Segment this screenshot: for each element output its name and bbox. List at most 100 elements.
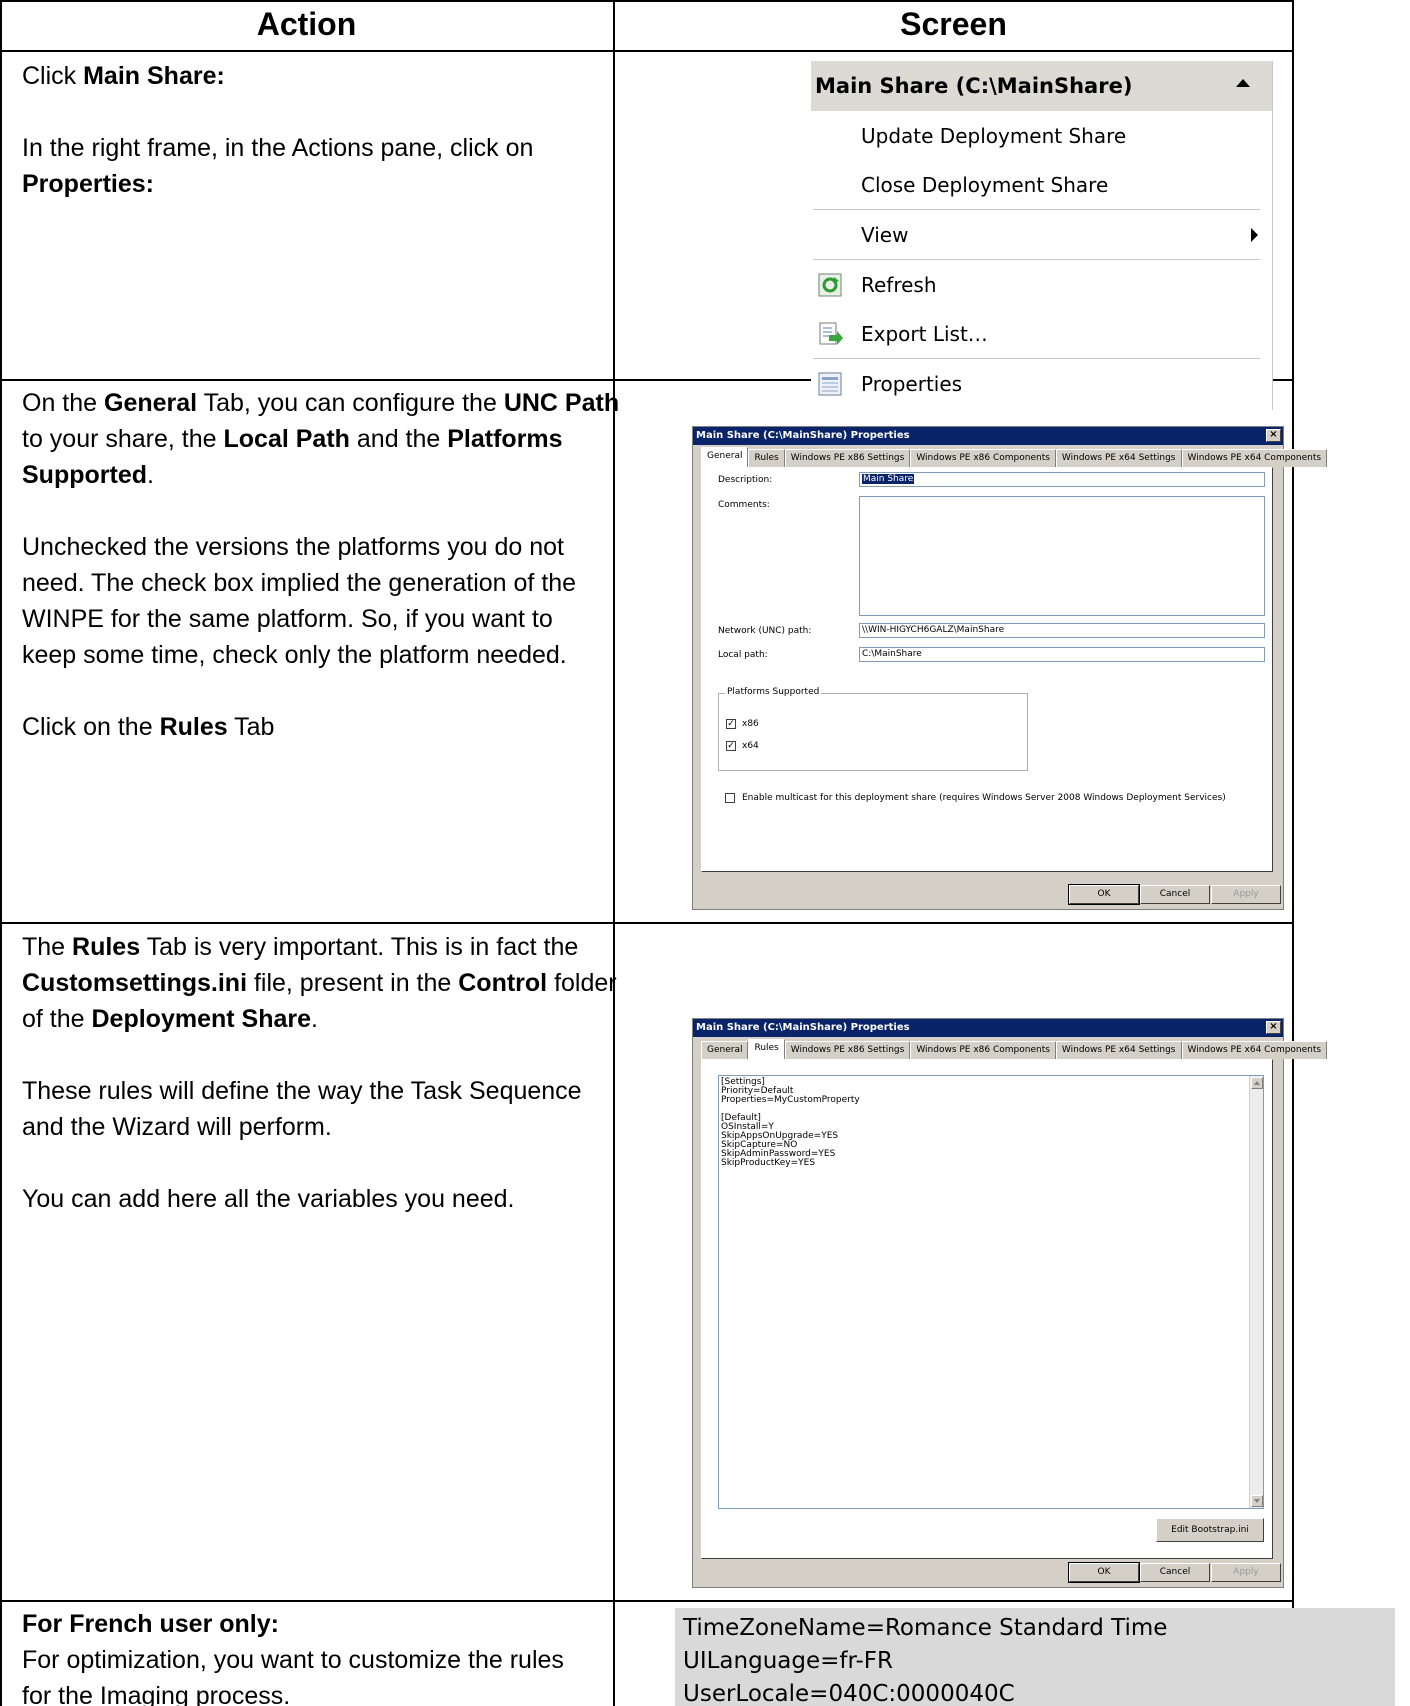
table-row-divider-2: [0, 922, 1294, 924]
description-field[interactable]: Main Share: [859, 472, 1265, 487]
header-action: Action: [256, 6, 357, 42]
tab-pe-x64-settings[interactable]: Windows PE x64 Settings: [1055, 449, 1182, 467]
local-path-bold: Local Path: [223, 425, 350, 453]
tab-pe-x86-settings[interactable]: Windows PE x86 Settings: [784, 1041, 911, 1059]
table-border-right: [1292, 0, 1294, 1706]
properties-dialog-rules: Main Share (C:\MainShare) Properties × G…: [692, 1018, 1328, 1588]
apply-button[interactable]: Apply: [1211, 1563, 1281, 1582]
row4-text: For optimization, you want to customize …: [22, 1646, 564, 1674]
local-path-field[interactable]: C:\MainShare: [859, 647, 1265, 662]
menu-item-export-list[interactable]: Export List…: [811, 309, 1272, 358]
menu-item-label: View: [861, 222, 909, 247]
platforms-supported-label: Platforms Supported: [725, 687, 822, 697]
cancel-button[interactable]: Cancel: [1140, 1563, 1210, 1582]
refresh-icon: [818, 273, 842, 297]
row1-text-2: In the right frame, in the Actions pane,…: [22, 134, 534, 162]
table-border-left: [0, 0, 2, 1706]
table-row-divider-3: [0, 1600, 1294, 1602]
close-icon[interactable]: ×: [1266, 429, 1281, 442]
row2-text: keep some time, check only the platform …: [22, 641, 567, 669]
row3-text: The: [22, 933, 73, 961]
cancel-button[interactable]: Cancel: [1140, 885, 1210, 904]
menu-header-label: Main Share (C:\MainShare): [815, 74, 1133, 98]
code-line: UILanguage=fr-FR: [683, 1648, 893, 1674]
row3-text: These rules will define the way the Task…: [22, 1077, 582, 1105]
supported-bold: Supported: [22, 461, 147, 489]
menu-item-label: Close Deployment Share: [861, 172, 1109, 197]
row3-text: folder: [547, 969, 617, 997]
control-bold: Control: [458, 969, 548, 997]
row2-text: and the: [349, 425, 448, 453]
tab-general[interactable]: General: [701, 1041, 749, 1059]
comments-field[interactable]: [859, 496, 1265, 616]
row2-text: Unchecked the versions the platforms you…: [22, 533, 564, 561]
scroll-up-icon[interactable]: [1251, 1077, 1263, 1089]
tab-pe-x64-components[interactable]: Windows PE x64 Components: [1181, 449, 1328, 467]
tab-pe-x64-settings[interactable]: Windows PE x64 Settings: [1055, 1041, 1182, 1059]
x64-label: x64: [742, 741, 759, 751]
menu-item-refresh[interactable]: Refresh: [811, 260, 1272, 309]
row2-text: Tab, you can configure the: [197, 389, 504, 417]
local-path-label: Local path:: [718, 650, 768, 660]
row2-text: to your share, the: [22, 425, 224, 453]
menu-item-label: Export List…: [861, 321, 988, 346]
menu-item-view[interactable]: View: [811, 210, 1272, 259]
rules-line: SkipAppsOnUpgrade=YES: [721, 1131, 839, 1141]
ok-button[interactable]: OK: [1068, 884, 1140, 905]
x86-label: x86: [742, 719, 759, 729]
general-tab-panel: Description: Main Share Comments: Networ…: [701, 467, 1273, 872]
menu-header[interactable]: Main Share (C:\MainShare): [811, 61, 1272, 111]
dialog-title-bar: Main Share (C:\MainShare) Properties ×: [693, 427, 1283, 445]
rules-line: SkipProductKey=YES: [721, 1158, 816, 1168]
tab-general[interactable]: General: [701, 447, 749, 467]
row2-text: need. The check box implied the generati…: [22, 569, 577, 597]
apply-button[interactable]: Apply: [1211, 885, 1281, 904]
platforms-bold: Platforms: [447, 425, 563, 453]
rules-text-area[interactable]: [Settings] Priority=Default Properties=M…: [718, 1075, 1264, 1509]
tab-rules[interactable]: Rules: [748, 449, 785, 467]
rules-scrollbar[interactable]: [1249, 1076, 1263, 1508]
x86-checkbox[interactable]: ✓: [726, 719, 736, 729]
header-screen: Screen: [900, 6, 1007, 42]
multicast-label: Enable multicast for this deployment sha…: [742, 793, 1226, 803]
multicast-checkbox[interactable]: [725, 793, 735, 803]
properties-dialog-general: Main Share (C:\MainShare) Properties × G…: [692, 426, 1328, 910]
rules-bold: Rules: [72, 933, 141, 961]
menu-item-label: Update Deployment Share: [861, 123, 1127, 148]
platforms-supported-group: Platforms Supported ✓ x86 ✓ x64: [718, 687, 1028, 771]
menu-item-close-deployment-share[interactable]: Close Deployment Share: [811, 160, 1272, 209]
dialog-tabs: General Rules Windows PE x86 Settings Wi…: [701, 1039, 1328, 1059]
ok-button[interactable]: OK: [1068, 1562, 1140, 1583]
code-line: TimeZoneName=Romance Standard Time: [683, 1615, 1168, 1641]
row1-action-text: Click Main Share: In the right frame, in…: [22, 58, 662, 202]
tab-rules[interactable]: Rules: [748, 1039, 785, 1059]
row2-text: Tab: [227, 713, 275, 741]
tab-pe-x86-components[interactable]: Windows PE x86 Components: [910, 1041, 1056, 1059]
dialog-tabs: General Rules Windows PE x86 Settings Wi…: [701, 447, 1328, 467]
row2-action-text: On the General Tab, you can configure th…: [22, 385, 662, 745]
main-share-bold: Main Share:: [83, 62, 225, 90]
customsettings-bold: Customsettings.ini: [22, 969, 248, 997]
tab-pe-x86-settings[interactable]: Windows PE x86 Settings: [784, 449, 911, 467]
edit-bootstrap-button[interactable]: Edit Bootstrap.ini: [1156, 1518, 1264, 1542]
description-label: Description:: [718, 475, 773, 485]
row3-text: You can add here all the variables you n…: [22, 1185, 515, 1213]
collapse-arrow-icon[interactable]: [1236, 79, 1250, 87]
menu-item-properties[interactable]: Properties: [811, 359, 1272, 408]
unc-path-label: Network (UNC) path:: [718, 626, 812, 636]
export-list-icon: [819, 322, 843, 345]
unc-path-field[interactable]: \\WIN-HIGYCH6GALZ\MainShare: [859, 623, 1265, 638]
row1-text: Click: [22, 62, 84, 90]
rules-line: [721, 1105, 1261, 1114]
tab-pe-x64-components[interactable]: Windows PE x64 Components: [1181, 1041, 1328, 1059]
rules-bold: Rules: [159, 713, 228, 741]
submenu-arrow-icon: [1251, 228, 1258, 242]
x64-checkbox[interactable]: ✓: [726, 741, 736, 751]
scroll-down-icon[interactable]: [1251, 1495, 1263, 1507]
dialog-title: Main Share (C:\MainShare) Properties: [696, 430, 910, 441]
tab-pe-x86-components[interactable]: Windows PE x86 Components: [910, 449, 1056, 467]
menu-item-label: Properties: [861, 371, 963, 396]
close-icon[interactable]: ×: [1266, 1021, 1281, 1034]
rules-line: Properties=MyCustomProperty: [721, 1095, 860, 1105]
menu-item-update-deployment-share[interactable]: Update Deployment Share: [811, 111, 1272, 160]
